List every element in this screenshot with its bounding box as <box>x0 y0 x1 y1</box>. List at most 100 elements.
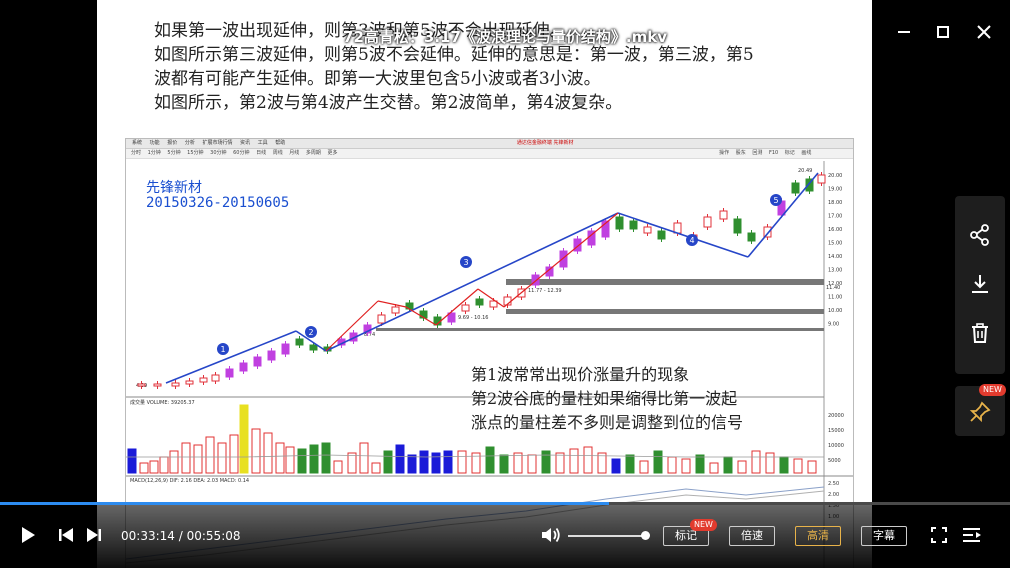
volume-bar <box>419 450 429 474</box>
wave-number: 3 <box>463 258 468 267</box>
candle-body <box>185 380 194 385</box>
volume-label: 成交量 VOLUME: 39205.37 <box>130 399 195 406</box>
volume-knob[interactable] <box>641 531 650 540</box>
volume-bar <box>695 454 705 474</box>
playlist-button[interactable] <box>962 525 982 549</box>
slide-line-3: 波都有可能产生延伸。即第一大波里包含5小波或者3小波。 <box>154 69 601 89</box>
volume-bar <box>709 462 719 474</box>
macd-tick: 2.00 <box>828 492 839 498</box>
wave-line <box>747 172 819 258</box>
volume-slider[interactable] <box>568 535 646 537</box>
volume-bar <box>625 454 635 474</box>
candle-body <box>281 343 290 355</box>
volume-bar <box>681 458 691 474</box>
volume-bar <box>333 460 343 474</box>
delete-button[interactable] <box>968 321 992 345</box>
macd-label: MACD(12,26,9) DIF: 2.16 DEA: 2.03 MACD: … <box>130 478 249 484</box>
maximize-button[interactable] <box>931 20 955 44</box>
price-tick: 11.00 <box>828 295 842 301</box>
speed-button[interactable]: 倍速 <box>729 526 775 546</box>
macd-tick: 2.50 <box>828 481 839 487</box>
quality-label: 高清 <box>807 529 829 542</box>
download-button[interactable] <box>968 272 992 296</box>
volume-bar <box>431 452 441 474</box>
volume-bar <box>513 452 523 474</box>
price-label: 9.69 - 10.16 <box>458 315 488 321</box>
total-time: 00:55:08 <box>186 529 241 543</box>
volume-bar <box>765 452 775 474</box>
volume-bar <box>407 454 417 474</box>
volume-bar <box>807 460 817 474</box>
next-button[interactable] <box>85 525 103 549</box>
volume-tick: 10000 <box>828 443 844 449</box>
minimize-button[interactable] <box>892 20 916 44</box>
candle-body <box>817 174 826 184</box>
share-icon <box>970 224 989 246</box>
new-badge: NEW <box>979 384 1006 396</box>
volume-bar <box>569 448 579 474</box>
candle-body <box>171 382 180 387</box>
maximize-icon <box>937 26 949 38</box>
volume-bar <box>181 442 191 474</box>
candle-body <box>643 226 652 234</box>
candle-body <box>747 232 756 242</box>
volume-bar <box>127 448 137 474</box>
fullscreen-icon <box>931 527 947 543</box>
volume-bar <box>499 454 509 474</box>
volume-bar <box>169 450 179 474</box>
time-separator: / <box>178 529 183 543</box>
candle-body <box>719 210 728 220</box>
volume-bar <box>139 462 149 474</box>
price-label: 11.77 - 12.39 <box>528 288 562 294</box>
fullscreen-button[interactable] <box>930 525 948 549</box>
pin-button[interactable] <box>968 400 992 424</box>
price-tick: 14.00 <box>828 254 842 260</box>
volume-bar <box>239 404 249 474</box>
trash-icon <box>972 323 988 343</box>
minimize-icon <box>898 31 910 33</box>
download-icon <box>972 275 988 293</box>
wave-line <box>617 212 749 258</box>
subtitle-button[interactable]: 字幕 <box>861 526 907 546</box>
annotation-line-1: 第1波常常出现价涨量升的现象 <box>471 365 690 384</box>
price-label: 11.40 <box>826 285 840 291</box>
volume-bar <box>251 428 261 474</box>
volume-button[interactable] <box>540 525 562 549</box>
subtitle-label: 字幕 <box>873 529 895 542</box>
price-tick: 19.00 <box>828 187 842 193</box>
volume-bar <box>793 458 803 474</box>
volume-bar <box>285 446 295 474</box>
candle-body <box>703 216 712 228</box>
volume-bar <box>217 442 227 474</box>
annotation-line-3: 涨点的量柱差不多则是调整到位的信号 <box>471 413 744 432</box>
speaker-icon <box>542 527 560 543</box>
bookmark-label: 标记 <box>675 529 697 542</box>
volume-bar <box>359 442 369 474</box>
price-tick: 13.00 <box>828 268 842 274</box>
volume-bar <box>485 446 495 474</box>
volume-bar <box>457 450 467 474</box>
volume-bar <box>653 450 663 474</box>
share-button[interactable] <box>968 223 992 247</box>
volume-bar <box>395 444 405 474</box>
annotation-line-2: 第2波谷底的量柱如果缩得比第一波起 <box>471 389 738 408</box>
volume-tick: 20000 <box>828 413 844 419</box>
play-button[interactable] <box>18 525 38 549</box>
wave-number: 4 <box>689 236 694 245</box>
resistance-band <box>376 328 824 331</box>
window-title: 72高青松：3.17《波浪理论与量价结构》.mkv <box>343 28 667 46</box>
volume-bar <box>639 460 649 474</box>
candle-body <box>137 383 146 387</box>
candle-body <box>791 182 800 194</box>
price-tick: 9.00 <box>828 322 839 328</box>
close-button[interactable] <box>972 20 996 44</box>
candle-body <box>733 218 742 234</box>
quality-button[interactable]: 高清 <box>795 526 841 546</box>
pin-icon <box>969 401 991 423</box>
wave-number: 5 <box>773 196 778 205</box>
price-tick: 17.00 <box>828 214 842 220</box>
previous-button[interactable] <box>57 525 75 549</box>
video-frame[interactable]: 如果第一波出现延伸，则第3波和第5波不会出现延伸。 如图所示第三波延伸，则第5波… <box>97 0 872 568</box>
slide-line-4: 如图所示，第2波与第4波产生交替。第2波简单，第4波复杂。 <box>154 93 623 113</box>
volume-tick: 15000 <box>828 428 844 434</box>
